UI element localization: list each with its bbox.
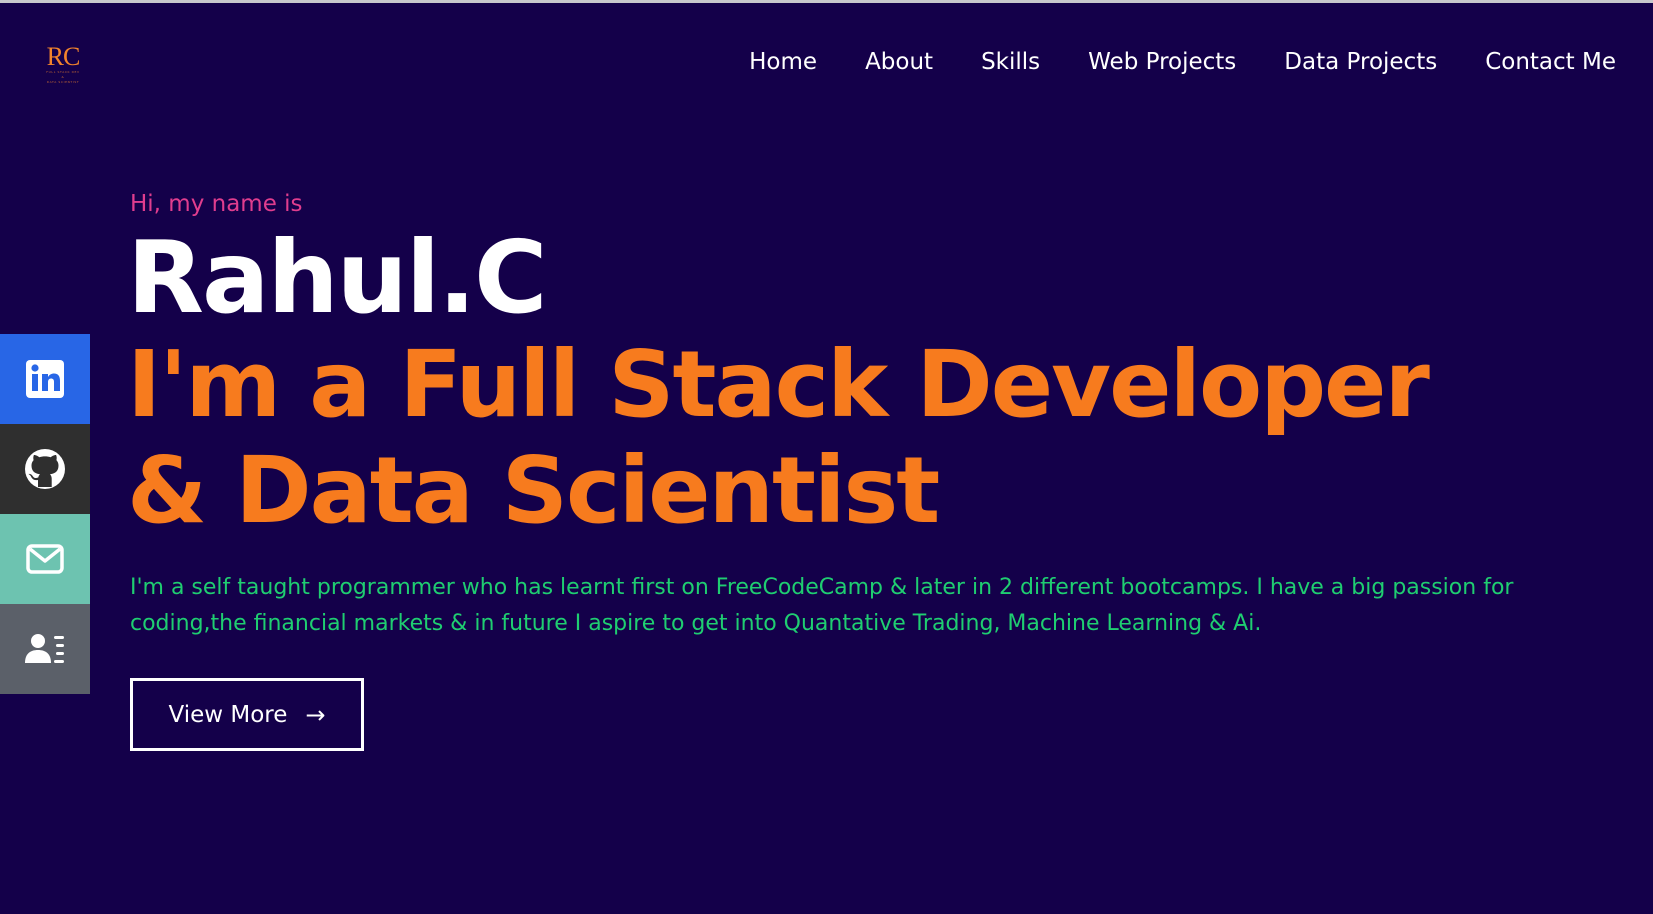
- nav-skills[interactable]: Skills: [981, 46, 1040, 78]
- hero-greeting: Hi, my name is: [130, 191, 303, 217]
- nav-contact-me[interactable]: Contact Me: [1485, 46, 1616, 78]
- hero-role-line-1: I'm a Full Stack Developer: [127, 331, 1430, 438]
- view-more-label: View More: [168, 701, 288, 728]
- view-more-button[interactable]: View More →: [130, 678, 364, 751]
- hero-name: Rahul.C: [127, 219, 548, 336]
- email-link[interactable]: [0, 514, 90, 604]
- mail-icon: [26, 544, 64, 574]
- browser-top-border: [0, 0, 1653, 3]
- nav-about[interactable]: About: [865, 46, 933, 78]
- site-logo[interactable]: RC FULL STACK DEV & DATA SCIENTIST: [36, 44, 90, 92]
- resume-link[interactable]: [0, 604, 90, 694]
- linkedin-icon: [26, 360, 64, 398]
- hero-bio-line-2: coding,the financial markets & in future…: [130, 611, 1262, 636]
- arrow-right-icon: →: [305, 700, 326, 729]
- nav-data-projects[interactable]: Data Projects: [1284, 46, 1437, 78]
- hero-role-line-2: & Data Scientist: [127, 437, 940, 544]
- linkedin-link[interactable]: [0, 334, 90, 424]
- social-sidebar: [0, 334, 90, 694]
- main-nav: Home About Skills Web Projects Data Proj…: [749, 46, 1616, 78]
- github-link[interactable]: [0, 424, 90, 514]
- resume-icon: [25, 634, 64, 663]
- hero-bio: I'm a self taught programmer who has lea…: [130, 570, 1530, 642]
- logo-subtitle-3: DATA SCIENTIST: [46, 80, 80, 84]
- logo-monogram: RC: [46, 42, 81, 71]
- hero-role: I'm a Full Stack Developer & Data Scient…: [127, 332, 1607, 544]
- nav-web-projects[interactable]: Web Projects: [1088, 46, 1236, 78]
- nav-home[interactable]: Home: [749, 46, 817, 78]
- hero-bio-line-1: I'm a self taught programmer who has lea…: [130, 575, 1514, 600]
- github-icon: [25, 449, 65, 489]
